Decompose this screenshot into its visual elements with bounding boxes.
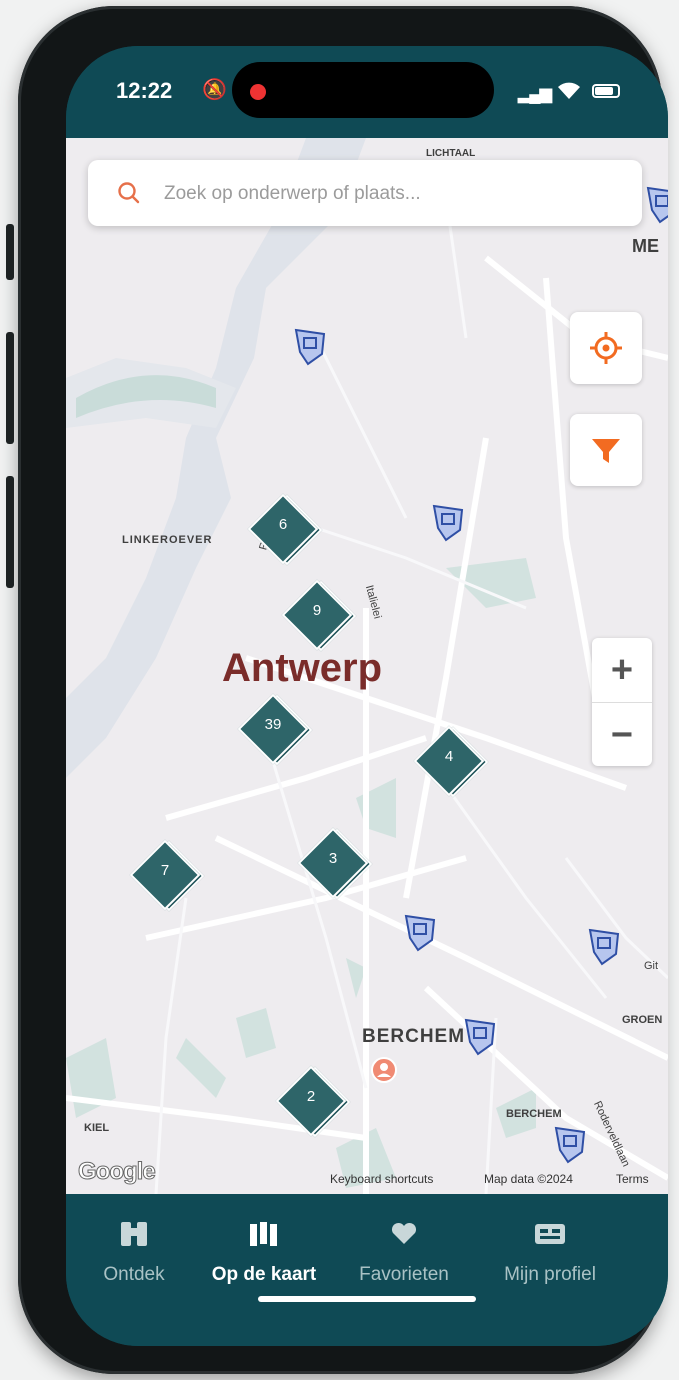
volume-down-button — [6, 476, 14, 588]
terms-link[interactable]: Terms — [616, 1172, 649, 1186]
nav-item-op-de-kaart[interactable]: Op de kaart — [194, 1218, 334, 1286]
screen: 12:22 🔕 ▂▄▆ LICHTAAL ME LINKEROEVER Ital… — [66, 46, 668, 1346]
cluster-count: 2 — [306, 1088, 316, 1105]
location-pin-icon[interactable] — [404, 914, 436, 952]
crosshair-icon — [590, 332, 622, 364]
battery-icon — [592, 84, 620, 98]
cellular-signal-icon: ▂▄▆ — [518, 86, 552, 103]
search-bar[interactable] — [88, 160, 642, 228]
heart-icon — [391, 1222, 417, 1244]
map-cluster[interactable]: 9 — [281, 579, 360, 658]
nav-label: Ontdek — [103, 1264, 165, 1285]
location-pin-icon[interactable] — [588, 928, 620, 966]
map-data-attribution: Map data ©2024 — [484, 1172, 573, 1186]
map-view[interactable]: LICHTAAL ME LINKEROEVER Rijnk Italielei … — [66, 138, 668, 1194]
keyboard-shortcuts-link[interactable]: Keyboard shortcuts — [330, 1172, 433, 1186]
map-cluster[interactable]: 7 — [129, 839, 208, 918]
google-logo: Google — [78, 1158, 157, 1186]
nav-item-favorieten[interactable]: Favorieten — [334, 1218, 474, 1286]
nav-label: Favorieten — [359, 1264, 449, 1285]
id-card-icon — [535, 1224, 565, 1244]
cluster-count: 9 — [312, 602, 322, 619]
location-pin-icon[interactable] — [554, 1126, 586, 1164]
map-cluster[interactable]: 3 — [297, 827, 376, 906]
binoculars-icon — [121, 1222, 147, 1246]
mute-switch — [6, 224, 14, 280]
recording-indicator-icon — [250, 84, 266, 100]
map-label-git: Git — [644, 960, 659, 972]
map-label-berchem: BERCHEM — [362, 1026, 466, 1047]
map-icon — [250, 1222, 277, 1246]
filter-icon — [592, 439, 620, 463]
wifi-icon — [558, 82, 580, 99]
zoom-controls: + − — [592, 638, 652, 766]
search-icon — [118, 182, 140, 204]
map-label-groen: GROEN — [622, 1014, 663, 1026]
map-cluster[interactable]: 4 — [413, 725, 492, 804]
location-pin-icon[interactable] — [646, 186, 668, 224]
map-label-kiel: KIEL — [84, 1122, 110, 1134]
bottom-navigation: Ontdek Op de kaart Favorieten Mijn profi… — [66, 1194, 668, 1346]
map-label-berchem-small: BERCHEM — [506, 1108, 562, 1120]
nav-label: Mijn profiel — [504, 1264, 596, 1285]
cluster-count: 4 — [444, 748, 454, 765]
map-cluster[interactable]: 6 — [247, 493, 326, 572]
cluster-count: 7 — [160, 862, 170, 879]
map-label-linkeroever: LINKEROEVER — [122, 534, 213, 546]
cluster-count: 3 — [328, 850, 338, 867]
nav-label: Op de kaart — [211, 1264, 317, 1285]
zoom-out-button[interactable]: − — [592, 703, 652, 767]
nav-item-ontdek[interactable]: Ontdek — [66, 1218, 204, 1286]
map-label-lichtaal: LICHTAAL — [426, 148, 476, 159]
my-location-button[interactable] — [570, 312, 642, 384]
dynamic-island — [232, 62, 494, 118]
volume-up-button — [6, 332, 14, 444]
search-input[interactable] — [162, 160, 626, 228]
zoom-in-button[interactable]: + — [592, 638, 652, 702]
home-indicator[interactable] — [258, 1296, 476, 1302]
location-pin-icon[interactable] — [294, 328, 326, 366]
silent-bell-icon: 🔕 — [202, 79, 227, 101]
map-cluster[interactable]: 39 — [237, 693, 316, 772]
station-marker-icon[interactable] — [370, 1056, 398, 1084]
status-time: 12:22 — [116, 78, 173, 103]
cluster-count: 6 — [278, 516, 288, 533]
phone-frame: 12:22 🔕 ▂▄▆ LICHTAAL ME LINKEROEVER Ital… — [6, 6, 668, 1374]
filter-button[interactable] — [570, 414, 642, 486]
status-bar: 12:22 🔕 ▂▄▆ — [66, 46, 668, 138]
cluster-count: 39 — [264, 716, 282, 733]
location-pin-icon[interactable] — [432, 504, 464, 542]
location-pin-icon[interactable] — [464, 1018, 496, 1056]
map-label-me: ME — [632, 236, 659, 256]
nav-item-mijn-profiel[interactable]: Mijn profiel — [480, 1218, 620, 1286]
map-cluster[interactable]: 2 — [275, 1065, 354, 1144]
